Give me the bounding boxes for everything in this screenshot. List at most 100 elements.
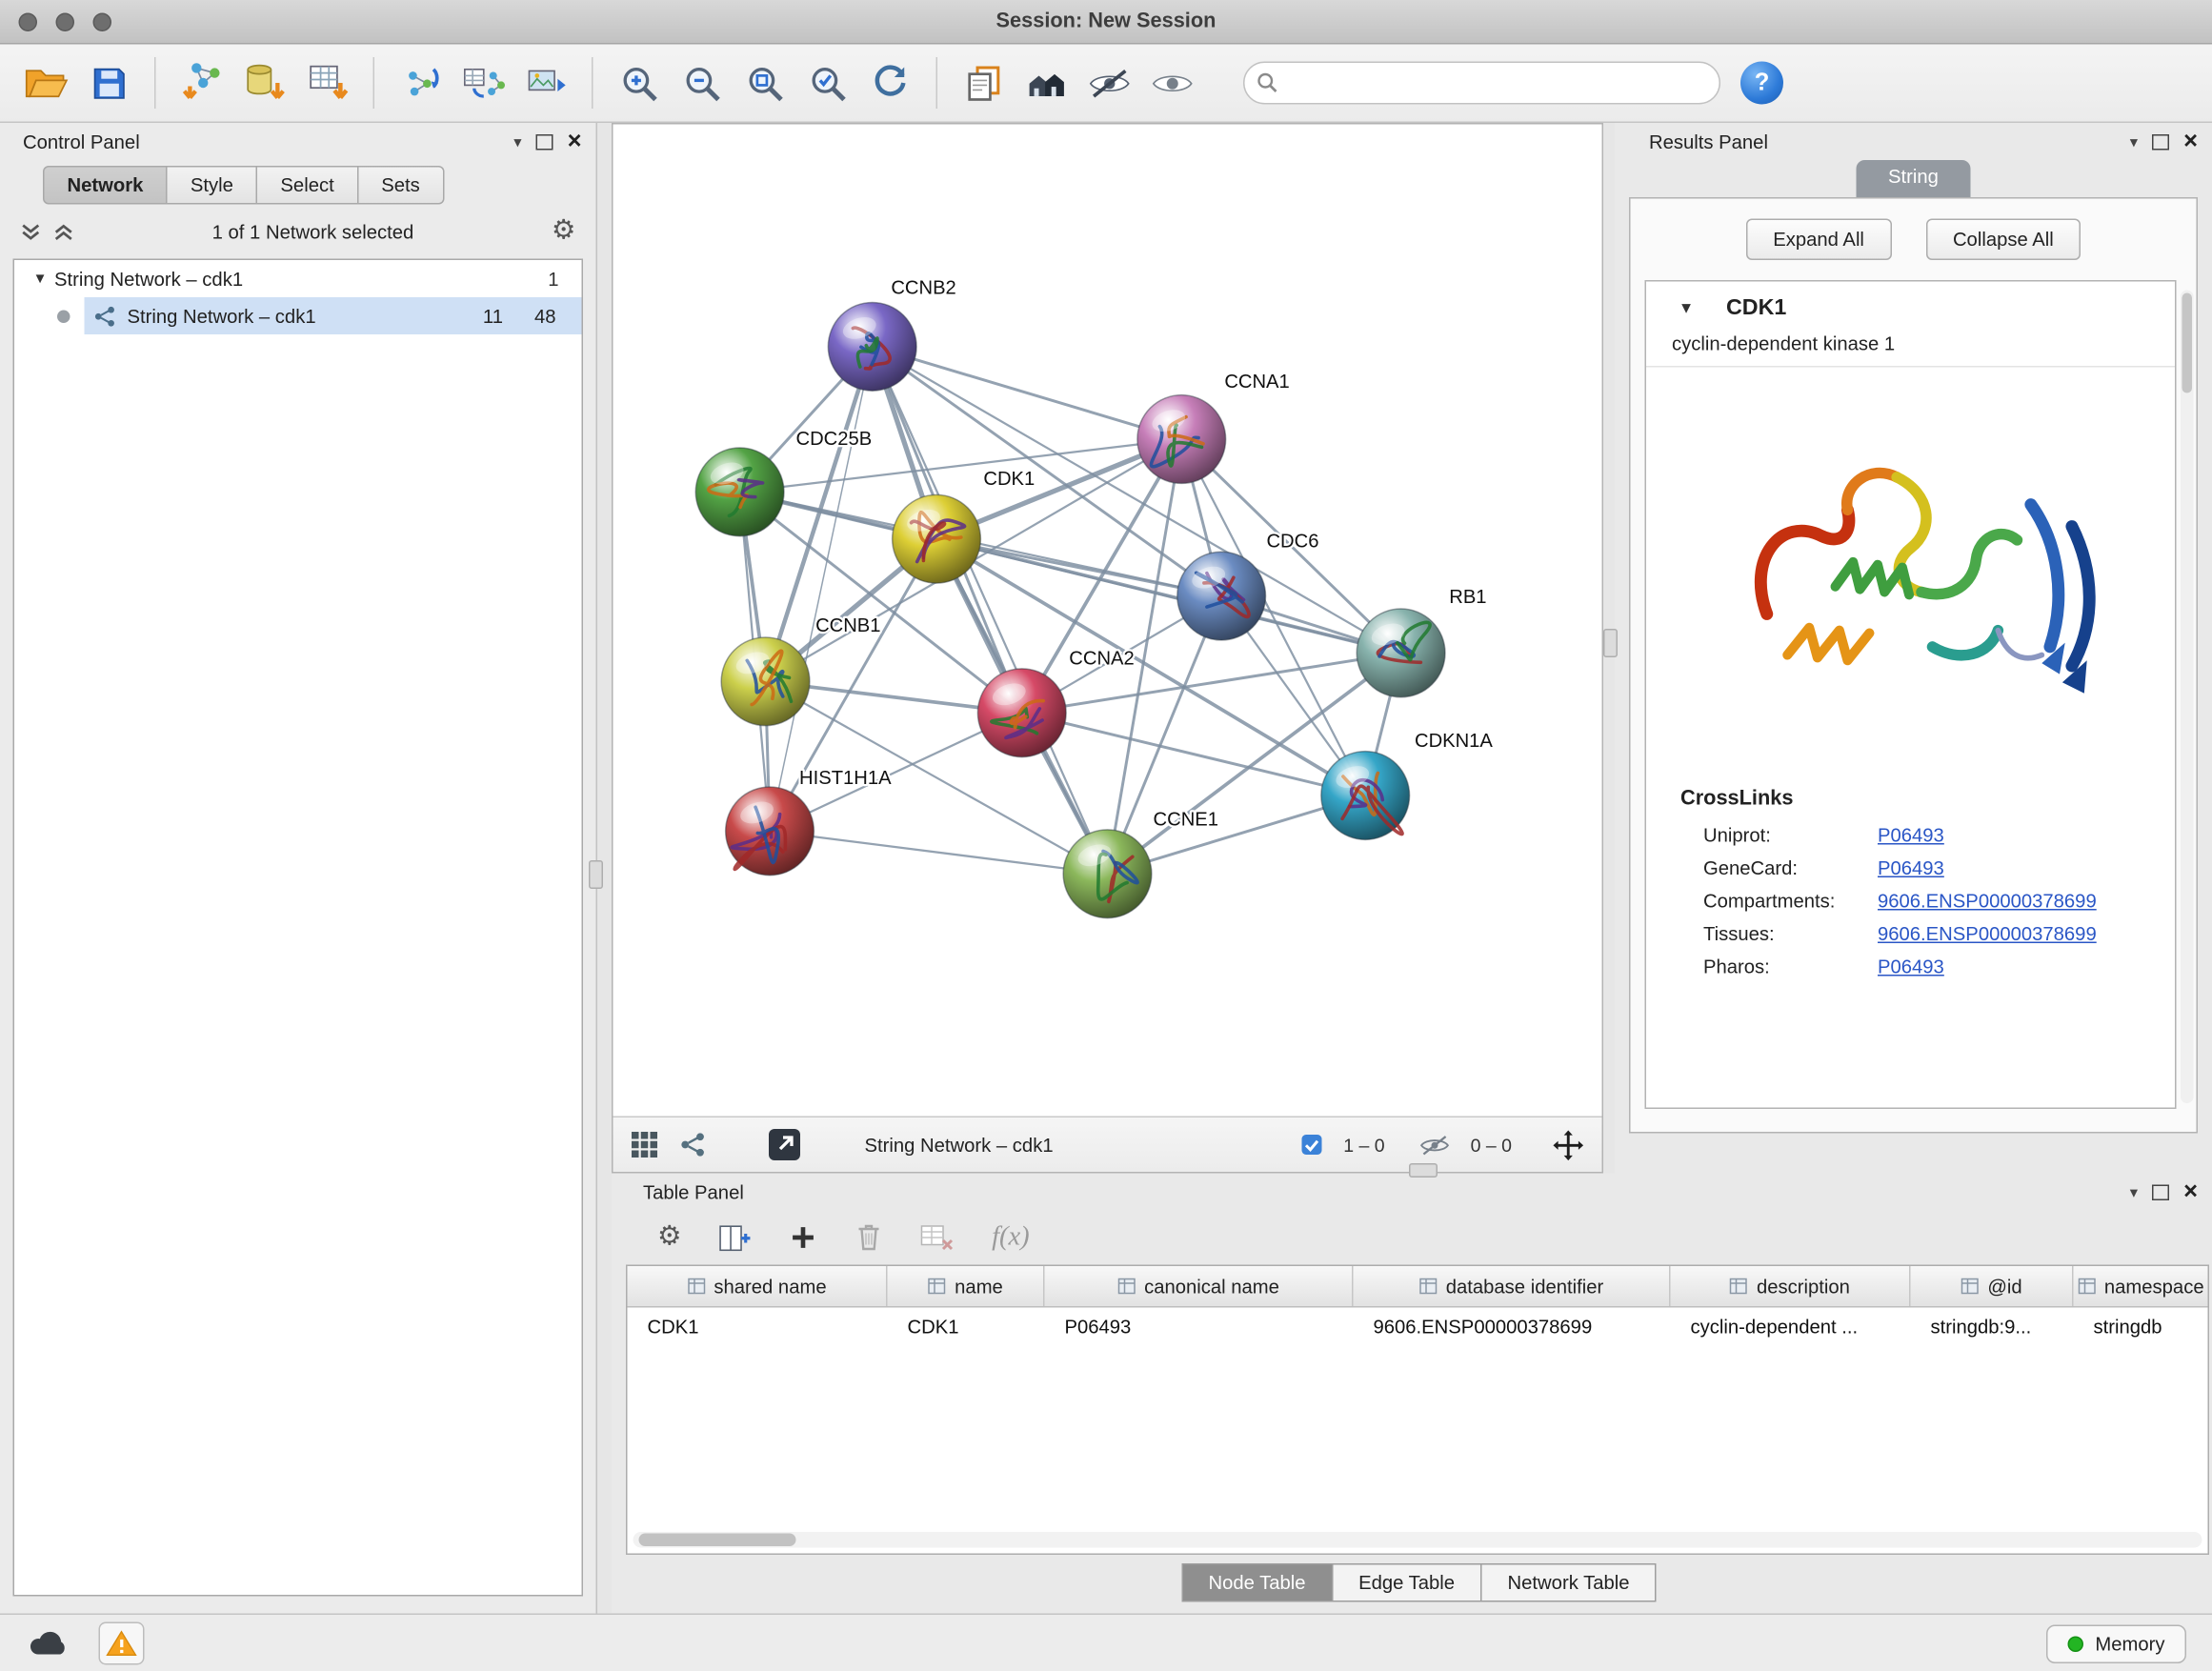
tab-node-table[interactable]: Node Table	[1181, 1563, 1333, 1602]
network-visibility-dot[interactable]	[57, 310, 70, 323]
network-edge[interactable]	[936, 539, 1401, 654]
open-in-new-icon[interactable]	[768, 1128, 802, 1162]
splitter-grip[interactable]	[1603, 629, 1618, 657]
search-input[interactable]	[1243, 62, 1720, 105]
network-collection-row[interactable]: ▼ String Network – cdk1 1	[14, 260, 582, 297]
tab-network-table[interactable]: Network Table	[1482, 1563, 1657, 1602]
crosslink-label: GeneCard:	[1703, 857, 1878, 879]
selected-checkbox-icon[interactable]	[1300, 1134, 1323, 1157]
clone-network-button[interactable]	[389, 53, 452, 113]
hide-graphics-button[interactable]	[1077, 53, 1140, 113]
birdseye-view-icon[interactable]	[679, 1131, 708, 1159]
save-session-button[interactable]	[77, 53, 140, 113]
panel-menu-icon[interactable]: ▾	[2130, 1182, 2138, 1201]
splitter-grip[interactable]	[1409, 1163, 1438, 1178]
export-image-button[interactable]	[514, 53, 577, 113]
zoom-selected-button[interactable]	[796, 53, 859, 113]
table-horizontal-scrollbar[interactable]	[633, 1532, 2202, 1548]
column-icon	[1961, 1278, 1980, 1295]
tab-style[interactable]: Style	[168, 166, 258, 205]
tab-sets[interactable]: Sets	[358, 166, 444, 205]
column-header-name[interactable]: name	[888, 1266, 1045, 1306]
window-title: Session: New Session	[0, 10, 2212, 33]
collection-count: 1	[548, 268, 558, 290]
column-header-description[interactable]: description	[1671, 1266, 1911, 1306]
column-header-database-identifier[interactable]: database identifier	[1354, 1266, 1671, 1306]
network-edge[interactable]	[873, 347, 1108, 874]
home-button[interactable]	[1015, 53, 1077, 113]
help-button[interactable]: ?	[1740, 62, 1783, 105]
cloud-icon[interactable]	[26, 1628, 73, 1660]
toolbar-search	[1243, 62, 1720, 105]
network-node-ccna1[interactable]	[1137, 395, 1226, 484]
panel-close-icon[interactable]: ×	[568, 131, 582, 151]
column-header-canonical-name[interactable]: canonical name	[1045, 1266, 1354, 1306]
collapse-all-chevron-icon[interactable]	[53, 221, 75, 243]
import-network-database-button[interactable]	[233, 53, 296, 113]
node-label-ccna1: CCNA1	[1224, 372, 1289, 393]
tab-edge-table[interactable]: Edge Table	[1333, 1563, 1481, 1602]
memory-button[interactable]: Memory	[2046, 1624, 2186, 1663]
crosslink-tissues-link[interactable]: 9606.ENSP00000378699	[1878, 923, 2097, 945]
hidden-eye-slash-icon[interactable]	[1419, 1133, 1451, 1158]
function-builder-icon[interactable]: f(x)	[992, 1222, 1030, 1254]
tree-expand-icon[interactable]: ▼	[26, 271, 54, 287]
network-selection-status: 1 of 1 Network selected	[86, 221, 540, 243]
network-tree: ▼ String Network – cdk1 1 String Network…	[13, 259, 584, 1597]
network-graph[interactable]: CCNB2CCNA1CDC25BCDK1CDC6RB1CCNB1CCNA2CDK…	[613, 125, 1602, 1117]
tab-network[interactable]: Network	[43, 166, 168, 205]
panel-menu-icon[interactable]: ▾	[513, 132, 521, 151]
crosslink-compartments-link[interactable]: 9606.ENSP00000378699	[1878, 891, 2097, 913]
copy-document-button[interactable]	[952, 53, 1015, 113]
card-collapse-icon[interactable]: ▼	[1646, 300, 1726, 317]
column-icon	[1730, 1278, 1749, 1295]
expand-all-chevron-icon[interactable]	[20, 221, 42, 243]
open-session-button[interactable]	[14, 53, 77, 113]
import-network-file-button[interactable]	[171, 53, 233, 113]
zoom-in-button[interactable]	[608, 53, 671, 113]
zoom-fit-button[interactable]	[734, 53, 796, 113]
panel-float-icon[interactable]	[2152, 1184, 2169, 1200]
zoom-out-button[interactable]	[671, 53, 734, 113]
network-node-ccne1[interactable]	[1063, 830, 1152, 918]
crosslink-genecard-link[interactable]: P06493	[1878, 857, 1944, 879]
import-table-button[interactable]	[296, 53, 359, 113]
panel-close-icon[interactable]: ×	[2183, 131, 2198, 151]
tab-select[interactable]: Select	[257, 166, 358, 205]
network-from-table-button[interactable]	[452, 53, 514, 113]
table-settings-gear-icon[interactable]: ⚙	[657, 1225, 682, 1251]
collapse-all-button[interactable]: Collapse All	[1925, 219, 2081, 261]
network-edge[interactable]	[770, 831, 1107, 874]
column-header-shared-name[interactable]: shared name	[628, 1266, 888, 1306]
network-node-cdkn1a[interactable]	[1321, 752, 1410, 840]
panel-close-icon[interactable]: ×	[2183, 1182, 2198, 1202]
gear-icon[interactable]: ⚙	[552, 219, 576, 245]
tab-string[interactable]: String	[1857, 160, 1970, 197]
crosslink-uniprot-link[interactable]: P06493	[1878, 825, 1944, 847]
network-canvas[interactable]: CCNB2CCNA1CDC25BCDK1CDC6RB1CCNB1CCNA2CDK…	[613, 125, 1602, 1117]
panel-float-icon[interactable]	[536, 133, 553, 150]
column-header-namespace[interactable]: namespace	[2074, 1266, 2208, 1306]
splitter-grip[interactable]	[589, 860, 603, 889]
delete-table-icon[interactable]	[920, 1223, 955, 1252]
network-label: String Network – cdk1	[128, 305, 316, 327]
grid-view-icon[interactable]	[631, 1131, 659, 1159]
network-edge[interactable]	[873, 347, 1182, 439]
column-header-id[interactable]: @id	[1911, 1266, 2074, 1306]
add-row-plus-icon[interactable]	[789, 1223, 817, 1252]
panel-menu-icon[interactable]: ▾	[2130, 132, 2138, 151]
panel-float-icon[interactable]	[2152, 133, 2169, 150]
show-graphics-button[interactable]	[1140, 53, 1203, 113]
delete-trash-icon[interactable]	[855, 1222, 883, 1254]
network-row-selected[interactable]: String Network – cdk1 11 48	[14, 297, 582, 334]
copy-document-icon	[962, 62, 1004, 104]
network-edge[interactable]	[770, 347, 873, 832]
warnings-button[interactable]	[99, 1622, 145, 1665]
table-row[interactable]: CDK1 CDK1 P06493 9606.ENSP00000378699 cy…	[628, 1308, 2208, 1347]
crosslink-pharos-link[interactable]: P06493	[1878, 956, 1944, 978]
add-column-icon[interactable]	[719, 1222, 753, 1253]
apply-layout-button[interactable]	[859, 53, 922, 113]
expand-all-button[interactable]: Expand All	[1746, 219, 1892, 261]
results-scrollbar[interactable]	[2181, 291, 2194, 1104]
pan-crosshair-icon[interactable]	[1552, 1128, 1585, 1161]
